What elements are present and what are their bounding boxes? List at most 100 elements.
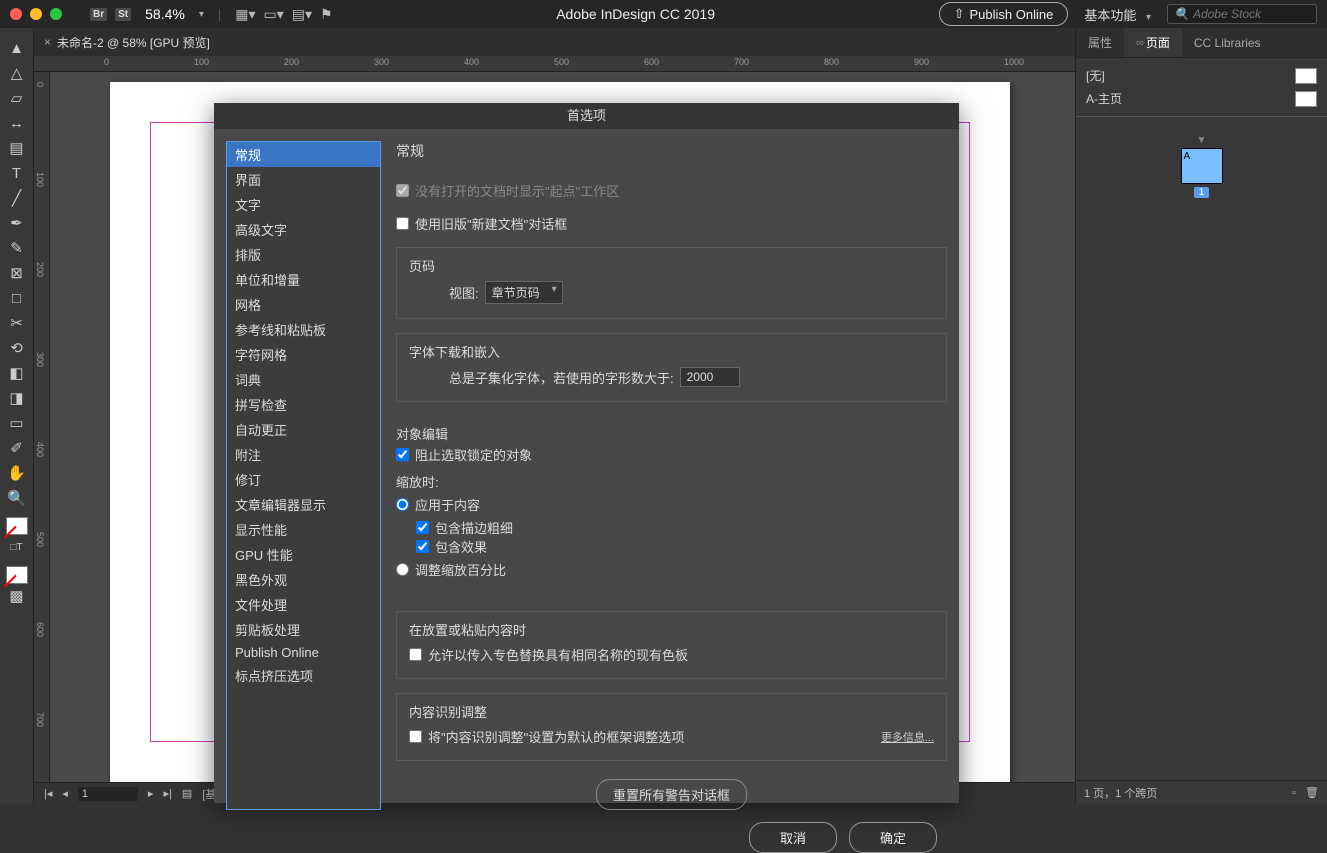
chevron-down-icon[interactable]: ▾ xyxy=(199,9,204,20)
more-info-link[interactable]: 更多信息... xyxy=(881,729,934,745)
tab-pages[interactable]: ∞页面 xyxy=(1124,28,1182,57)
search-icon: 🔍 xyxy=(1174,7,1189,21)
workspace-switcher[interactable]: 基本功能 ▾ xyxy=(1084,5,1151,24)
pref-category-general[interactable]: 常规 xyxy=(227,142,380,167)
subset-threshold-input[interactable] xyxy=(680,367,740,387)
fill-swatch[interactable] xyxy=(6,517,28,535)
ruler-vertical[interactable]: 0 100 200 300 400 500 600 700 xyxy=(34,72,50,782)
pref-category-interface[interactable]: 界面 xyxy=(227,167,380,192)
stroke-swatch[interactable] xyxy=(6,566,28,584)
content-aware-default-checkbox[interactable] xyxy=(409,730,422,743)
master-a-row[interactable]: A-主页 xyxy=(1076,87,1327,110)
view-options-icon[interactable]: ▦▾ xyxy=(235,6,255,23)
pref-category-publishonline[interactable]: Publish Online xyxy=(227,642,380,663)
direct-selection-tool-icon[interactable]: △ xyxy=(5,61,29,85)
font-download-fieldset: 字体下载和嵌入 总是子集化字体，若使用的字形数大于: xyxy=(396,333,947,402)
scissors-tool-icon[interactable]: ✂ xyxy=(5,311,29,335)
pref-category-grids[interactable]: 网格 xyxy=(227,292,380,317)
rectangle-frame-tool-icon[interactable]: ⊠ xyxy=(5,261,29,285)
reset-warnings-button[interactable]: 重置所有警告对话框 xyxy=(596,779,747,810)
pref-category-mojikumi[interactable]: 标点挤压选项 xyxy=(227,663,380,688)
selection-tool-icon[interactable]: ▲ xyxy=(5,36,29,60)
master-none-row[interactable]: [无] xyxy=(1076,64,1327,87)
pref-category-display[interactable]: 显示性能 xyxy=(227,517,380,542)
open-recent-icon[interactable]: ▤ xyxy=(182,787,192,800)
pref-category-black[interactable]: 黑色外观 xyxy=(227,567,380,592)
note-tool-icon[interactable]: ▭ xyxy=(5,411,29,435)
pages-panel: [无] A-主页 ▼ A 1 xyxy=(1076,58,1327,780)
pencil-tool-icon[interactable]: ✎ xyxy=(5,236,29,260)
content-adjust-fieldset: 内容识别调整 将"内容识别调整"设置为默认的框架调整选项 更多信息... xyxy=(396,693,947,761)
delete-page-icon[interactable]: 🗑 xyxy=(1305,787,1319,799)
page-numbering-select[interactable]: 章节页码 xyxy=(485,281,563,304)
close-icon[interactable]: × xyxy=(44,35,51,49)
cancel-button[interactable]: 取消 xyxy=(749,822,837,853)
prevent-locked-checkbox[interactable] xyxy=(396,448,409,461)
pref-category-gpu[interactable]: GPU 性能 xyxy=(227,542,380,567)
gradient-swatch-tool-icon[interactable]: ◧ xyxy=(5,361,29,385)
line-tool-icon[interactable]: ╱ xyxy=(5,186,29,210)
hand-tool-icon[interactable]: ✋ xyxy=(5,461,29,485)
pref-category-guides[interactable]: 参考线和粘贴板 xyxy=(227,317,380,342)
eyedropper-tool-icon[interactable]: ✐ xyxy=(5,436,29,460)
pen-tool-icon[interactable]: ✒ xyxy=(5,211,29,235)
pref-category-trackchanges[interactable]: 修订 xyxy=(227,467,380,492)
gap-tool-icon[interactable]: ↔ xyxy=(5,111,29,135)
pref-category-spelling[interactable]: 拼写检查 xyxy=(227,392,380,417)
last-page-button[interactable]: ▸| xyxy=(163,787,171,800)
ruler-horizontal[interactable]: 0 100 200 300 400 500 600 700 800 900 10… xyxy=(34,56,1075,72)
gpu-icon[interactable]: ⚑ xyxy=(320,6,333,23)
zoom-tool-icon[interactable]: 🔍 xyxy=(5,486,29,510)
screen-mode-icon[interactable]: ▭▾ xyxy=(264,6,284,23)
arrange-docs-icon[interactable]: ▤▾ xyxy=(292,6,312,23)
pref-category-notes[interactable]: 附注 xyxy=(227,442,380,467)
window-minimize-button[interactable] xyxy=(30,8,42,20)
tab-properties[interactable]: 属性 xyxy=(1076,28,1124,57)
tab-cclibraries[interactable]: CC Libraries xyxy=(1182,28,1273,57)
window-close-button[interactable] xyxy=(10,8,22,20)
pref-category-storyeditor[interactable]: 文章编辑器显示 xyxy=(227,492,380,517)
allow-spot-checkbox[interactable] xyxy=(409,648,422,661)
preferences-category-list[interactable]: 常规 界面 文字 高级文字 排版 单位和增量 网格 参考线和粘贴板 字符网格 词… xyxy=(226,141,381,810)
pref-heading: 常规 xyxy=(396,141,947,161)
gradient-feather-tool-icon[interactable]: ◨ xyxy=(5,386,29,410)
page-number-input[interactable] xyxy=(78,787,138,801)
search-input[interactable]: 🔍 Adobe Stock xyxy=(1167,4,1317,24)
legacy-newdoc-checkbox[interactable] xyxy=(396,217,409,230)
page-thumbnail[interactable]: A xyxy=(1181,148,1223,184)
document-tab[interactable]: × 未命名-2 @ 58% [GPU 预览] xyxy=(44,34,210,51)
adjust-percentage-radio[interactable] xyxy=(396,563,409,576)
stock-icon[interactable]: St xyxy=(115,8,131,21)
rectangle-tool-icon[interactable]: □ xyxy=(5,286,29,310)
first-page-button[interactable]: |◂ xyxy=(44,787,52,800)
zoom-level[interactable]: 58.4% xyxy=(145,6,185,22)
pref-category-type[interactable]: 文字 xyxy=(227,192,380,217)
content-collector-icon[interactable]: ▤ xyxy=(5,136,29,160)
page-number-badge: 1 xyxy=(1194,187,1210,198)
pref-category-autocorrect[interactable]: 自动更正 xyxy=(227,417,380,442)
show-start-checkbox xyxy=(396,184,409,197)
page-tool-icon[interactable]: ▱ xyxy=(5,86,29,110)
include-stroke-checkbox[interactable] xyxy=(416,521,429,534)
apply-content-radio[interactable] xyxy=(396,498,409,511)
prev-page-button[interactable]: ◂ xyxy=(62,787,68,800)
pref-category-chargrid[interactable]: 字符网格 xyxy=(227,342,380,367)
bridge-icon[interactable]: Br xyxy=(90,8,107,21)
pref-category-filehandling[interactable]: 文件处理 xyxy=(227,592,380,617)
pref-category-clipboard[interactable]: 剪贴板处理 xyxy=(227,617,380,642)
window-zoom-button[interactable] xyxy=(50,8,62,20)
type-tool-icon[interactable]: T xyxy=(5,161,29,185)
include-effects-checkbox[interactable] xyxy=(416,540,429,553)
free-transform-tool-icon[interactable]: ⟲ xyxy=(5,336,29,360)
dialog-title: 首选项 xyxy=(214,103,959,129)
pages-count-label: 1 页，1 个跨页 xyxy=(1084,785,1157,801)
publish-online-button[interactable]: ⇧ Publish Online xyxy=(939,2,1069,26)
next-page-button[interactable]: ▸ xyxy=(148,787,154,800)
pref-category-units[interactable]: 单位和增量 xyxy=(227,267,380,292)
pref-category-dictionary[interactable]: 词典 xyxy=(227,367,380,392)
upload-icon: ⇧ xyxy=(954,6,965,22)
pref-category-advtype[interactable]: 高级文字 xyxy=(227,217,380,242)
new-page-icon[interactable]: ▫ xyxy=(1292,787,1296,799)
pref-category-composition[interactable]: 排版 xyxy=(227,242,380,267)
ok-button[interactable]: 确定 xyxy=(849,822,937,853)
